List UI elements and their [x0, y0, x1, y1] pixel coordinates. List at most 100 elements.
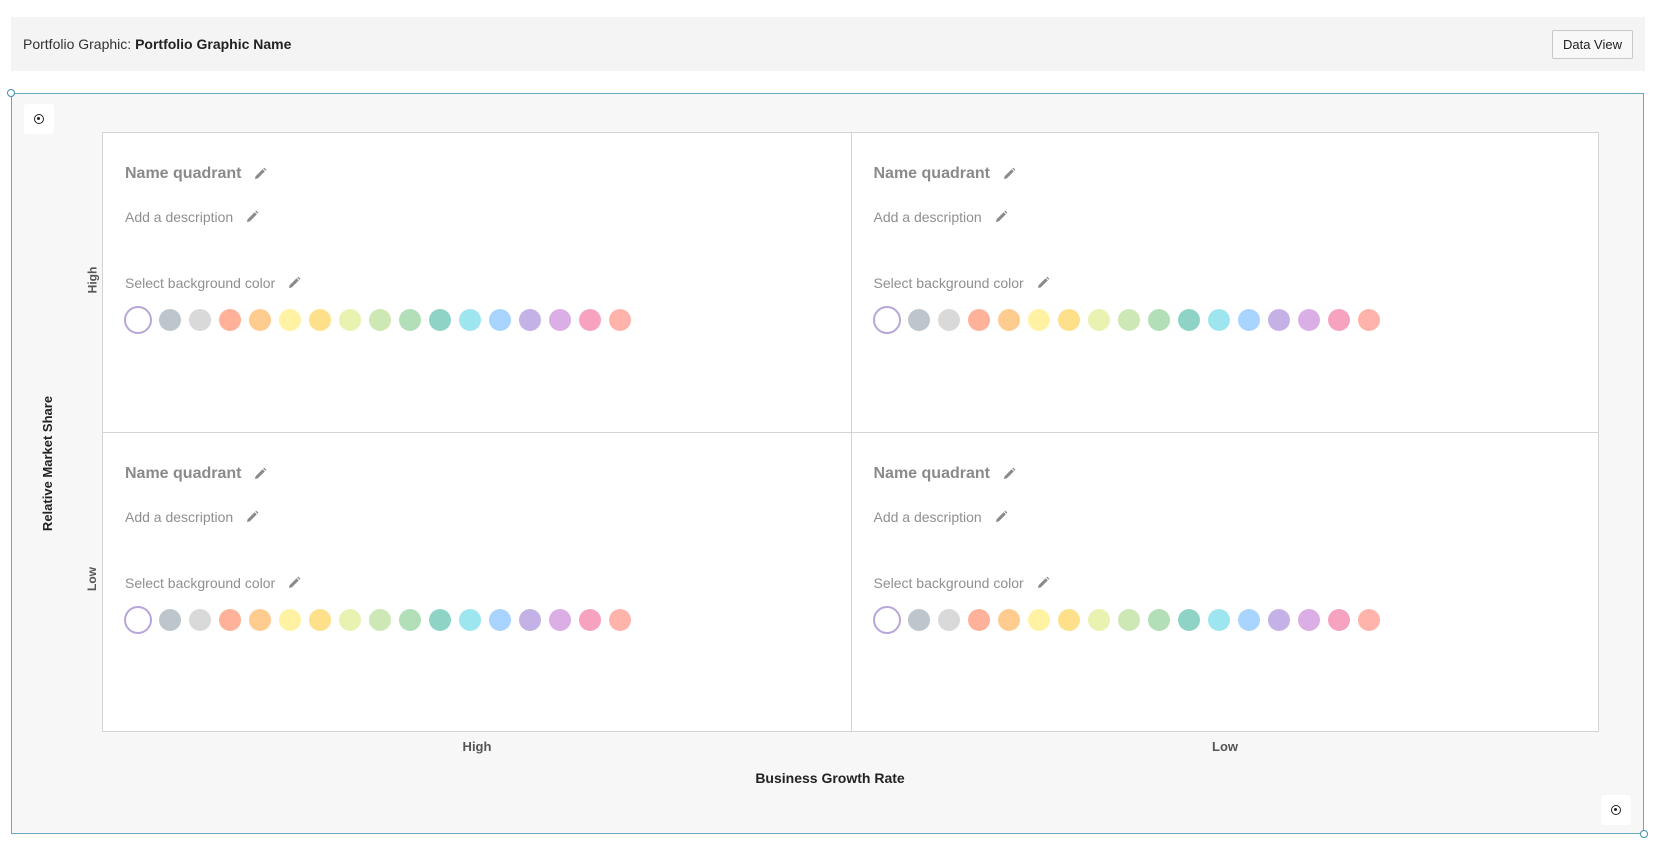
color-swatch[interactable]	[1237, 609, 1260, 631]
color-swatch[interactable]	[609, 309, 631, 331]
quadrant-description[interactable]: Add a description	[874, 209, 982, 225]
color-swatch[interactable]	[1327, 609, 1350, 631]
pencil-icon[interactable]	[253, 167, 267, 181]
color-swatch[interactable]	[219, 609, 241, 631]
color-swatch[interactable]	[279, 309, 301, 331]
color-swatch[interactable]	[519, 609, 541, 631]
color-swatch[interactable]	[937, 609, 960, 631]
color-swatch[interactable]	[369, 609, 391, 631]
pencil-icon[interactable]	[287, 276, 301, 290]
color-swatch[interactable]	[1297, 309, 1320, 331]
color-swatch[interactable]	[907, 609, 930, 631]
color-swatch[interactable]	[429, 609, 451, 631]
background-color-label: Select background color	[873, 575, 1024, 591]
color-swatch[interactable]	[399, 309, 421, 331]
color-swatch[interactable]	[1027, 609, 1050, 631]
color-swatch[interactable]	[1357, 609, 1380, 631]
pencil-icon[interactable]	[253, 467, 267, 481]
color-swatch[interactable]	[937, 309, 960, 331]
color-swatch[interactable]	[1327, 309, 1350, 331]
color-swatch[interactable]	[1207, 309, 1230, 331]
color-swatch[interactable]	[1057, 609, 1080, 631]
color-swatch[interactable]	[459, 609, 481, 631]
color-swatch[interactable]	[1117, 609, 1140, 631]
color-swatch[interactable]	[1057, 309, 1080, 331]
resize-handle-bottom-right[interactable]	[1640, 830, 1648, 838]
quadrant-title[interactable]: Name quadrant	[874, 165, 990, 183]
anchor-button-bottom-right[interactable]	[1601, 795, 1631, 825]
anchor-button-top-left[interactable]	[24, 104, 54, 134]
color-swatch[interactable]	[872, 606, 901, 634]
color-swatch[interactable]	[609, 609, 631, 631]
color-swatch[interactable]	[1147, 609, 1170, 631]
pencil-icon[interactable]	[245, 210, 259, 224]
quadrant-title[interactable]: Name quadrant	[874, 465, 990, 483]
color-swatch[interactable]	[1177, 309, 1200, 331]
background-color-label: Select background color	[125, 275, 276, 291]
pencil-icon[interactable]	[245, 510, 259, 524]
color-swatch[interactable]	[159, 609, 181, 631]
color-swatch[interactable]	[489, 609, 511, 631]
color-swatch[interactable]	[339, 609, 361, 631]
quadrant-description[interactable]: Add a description	[125, 209, 233, 225]
color-swatch[interactable]	[549, 609, 571, 631]
quadrant-title[interactable]: Name quadrant	[125, 465, 241, 483]
color-swatch[interactable]	[1027, 309, 1050, 331]
pencil-icon[interactable]	[1036, 276, 1050, 290]
pencil-icon[interactable]	[1002, 467, 1016, 481]
pencil-icon[interactable]	[994, 210, 1008, 224]
color-swatch[interactable]	[459, 309, 481, 331]
color-swatch[interactable]	[1207, 609, 1230, 631]
color-swatch[interactable]	[189, 609, 211, 631]
color-swatch[interactable]	[872, 306, 901, 334]
pencil-icon[interactable]	[287, 576, 301, 590]
color-swatch[interactable]	[189, 309, 211, 331]
quadrant-description[interactable]: Add a description	[125, 509, 233, 525]
quadrant-title[interactable]: Name quadrant	[125, 165, 241, 183]
color-swatch[interactable]	[997, 309, 1020, 331]
pencil-icon[interactable]	[994, 510, 1008, 524]
color-swatch[interactable]	[219, 309, 241, 331]
color-swatch[interactable]	[124, 306, 152, 334]
color-swatch[interactable]	[489, 309, 511, 331]
color-swatch[interactable]	[1267, 309, 1290, 331]
color-swatches	[872, 306, 1380, 334]
color-swatch[interactable]	[1087, 309, 1110, 331]
portfolio-graphic-name[interactable]: Portfolio Graphic Name	[135, 36, 291, 52]
color-swatch[interactable]	[339, 309, 361, 331]
color-swatch[interactable]	[579, 609, 601, 631]
color-swatch[interactable]	[967, 309, 990, 331]
color-swatch[interactable]	[159, 309, 181, 331]
color-swatch[interactable]	[549, 309, 571, 331]
data-view-button[interactable]: Data View	[1551, 30, 1633, 59]
color-swatch[interactable]	[1177, 609, 1200, 631]
color-swatch[interactable]	[399, 609, 421, 631]
color-swatch[interactable]	[1357, 309, 1380, 331]
color-swatch[interactable]	[309, 609, 331, 631]
color-swatch[interactable]	[967, 609, 990, 631]
color-swatch[interactable]	[1117, 309, 1140, 331]
color-swatch[interactable]	[279, 609, 301, 631]
color-swatch[interactable]	[249, 609, 271, 631]
color-swatch[interactable]	[1297, 609, 1320, 631]
color-swatch[interactable]	[124, 606, 152, 634]
color-swatch[interactable]	[1267, 609, 1290, 631]
color-swatch[interactable]	[907, 309, 930, 331]
color-swatch[interactable]	[1147, 309, 1170, 331]
color-swatch[interactable]	[1087, 609, 1110, 631]
color-swatch[interactable]	[369, 309, 391, 331]
color-swatch[interactable]	[309, 309, 331, 331]
color-swatch[interactable]	[997, 609, 1020, 631]
color-swatch[interactable]	[429, 309, 451, 331]
resize-handle-top-left[interactable]	[7, 89, 15, 97]
quadrant-description[interactable]: Add a description	[874, 509, 982, 525]
portfolio-canvas[interactable]: Relative Market Share High Low Name quad…	[7, 89, 1648, 838]
pencil-icon[interactable]	[1036, 576, 1050, 590]
color-swatch[interactable]	[1237, 309, 1260, 331]
color-swatch[interactable]	[579, 309, 601, 331]
pencil-icon[interactable]	[1002, 167, 1016, 181]
color-swatch[interactable]	[519, 309, 541, 331]
color-swatch[interactable]	[249, 309, 271, 331]
quadrant-color-row: Select background color	[125, 275, 301, 291]
quadrant-title-row: Name quadrant	[874, 165, 1016, 183]
